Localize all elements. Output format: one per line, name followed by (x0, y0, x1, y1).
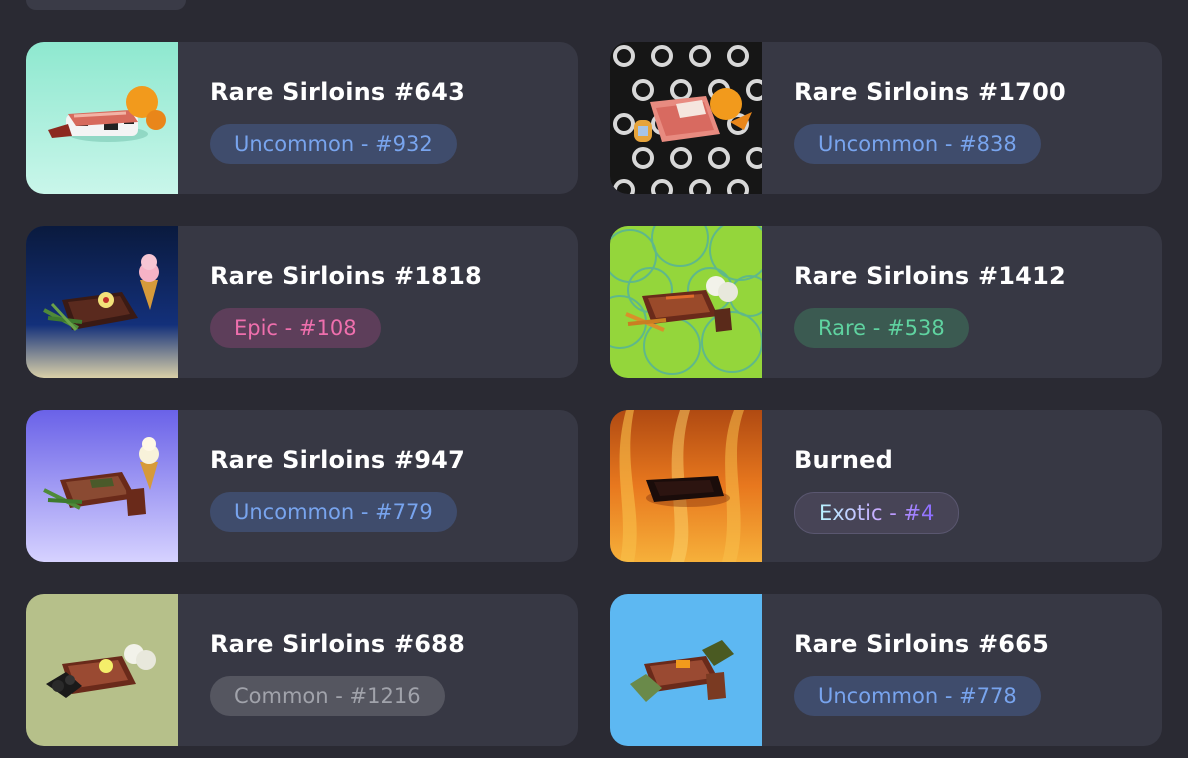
nft-card[interactable]: Burned Exotic - #4 (610, 410, 1162, 562)
nft-card[interactable]: Rare Sirloins #643 Uncommon - #932 (26, 42, 578, 194)
nft-thumbnail (26, 226, 178, 378)
nft-thumbnail (610, 226, 762, 378)
rarity-badge: Rare - #538 (794, 308, 969, 348)
nft-thumbnail (610, 42, 762, 194)
nft-title[interactable]: Rare Sirloins #665 (794, 630, 1049, 658)
nft-thumbnail (610, 594, 762, 746)
rarity-badge: Uncommon - #838 (794, 124, 1041, 164)
nft-title[interactable]: Rare Sirloins #643 (210, 78, 465, 106)
nft-title[interactable]: Rare Sirloins #1700 (794, 78, 1066, 106)
nft-thumbnail (26, 42, 178, 194)
nft-title[interactable]: Rare Sirloins #947 (210, 446, 465, 474)
nft-title[interactable]: Burned (794, 446, 893, 474)
rarity-badge: Uncommon - #778 (794, 676, 1041, 716)
nft-thumbnail (26, 410, 178, 562)
rarity-badge-label: Exotic - #4 (819, 501, 935, 525)
rarity-badge: Uncommon - #932 (210, 124, 457, 164)
nft-thumbnail (610, 410, 762, 562)
rarity-badge: Common - #1216 (210, 676, 445, 716)
rarity-badge: Exotic - #4 (794, 492, 960, 534)
nft-title[interactable]: Rare Sirloins #688 (210, 630, 465, 658)
top-tab-edge[interactable] (26, 0, 186, 10)
rarity-badge: Epic - #108 (210, 308, 381, 348)
nft-title[interactable]: Rare Sirloins #1412 (794, 262, 1066, 290)
nft-card[interactable]: Rare Sirloins #1700 Uncommon - #838 (610, 42, 1162, 194)
nft-thumbnail (26, 594, 178, 746)
nft-card[interactable]: Rare Sirloins #947 Uncommon - #779 (26, 410, 578, 562)
nft-card[interactable]: Rare Sirloins #688 Common - #1216 (26, 594, 578, 746)
rarity-badge: Uncommon - #779 (210, 492, 457, 532)
nft-title[interactable]: Rare Sirloins #1818 (210, 262, 482, 290)
nft-card[interactable]: Rare Sirloins #1818 Epic - #108 (26, 226, 578, 378)
nft-card[interactable]: Rare Sirloins #665 Uncommon - #778 (610, 594, 1162, 746)
nft-card[interactable]: Rare Sirloins #1412 Rare - #538 (610, 226, 1162, 378)
